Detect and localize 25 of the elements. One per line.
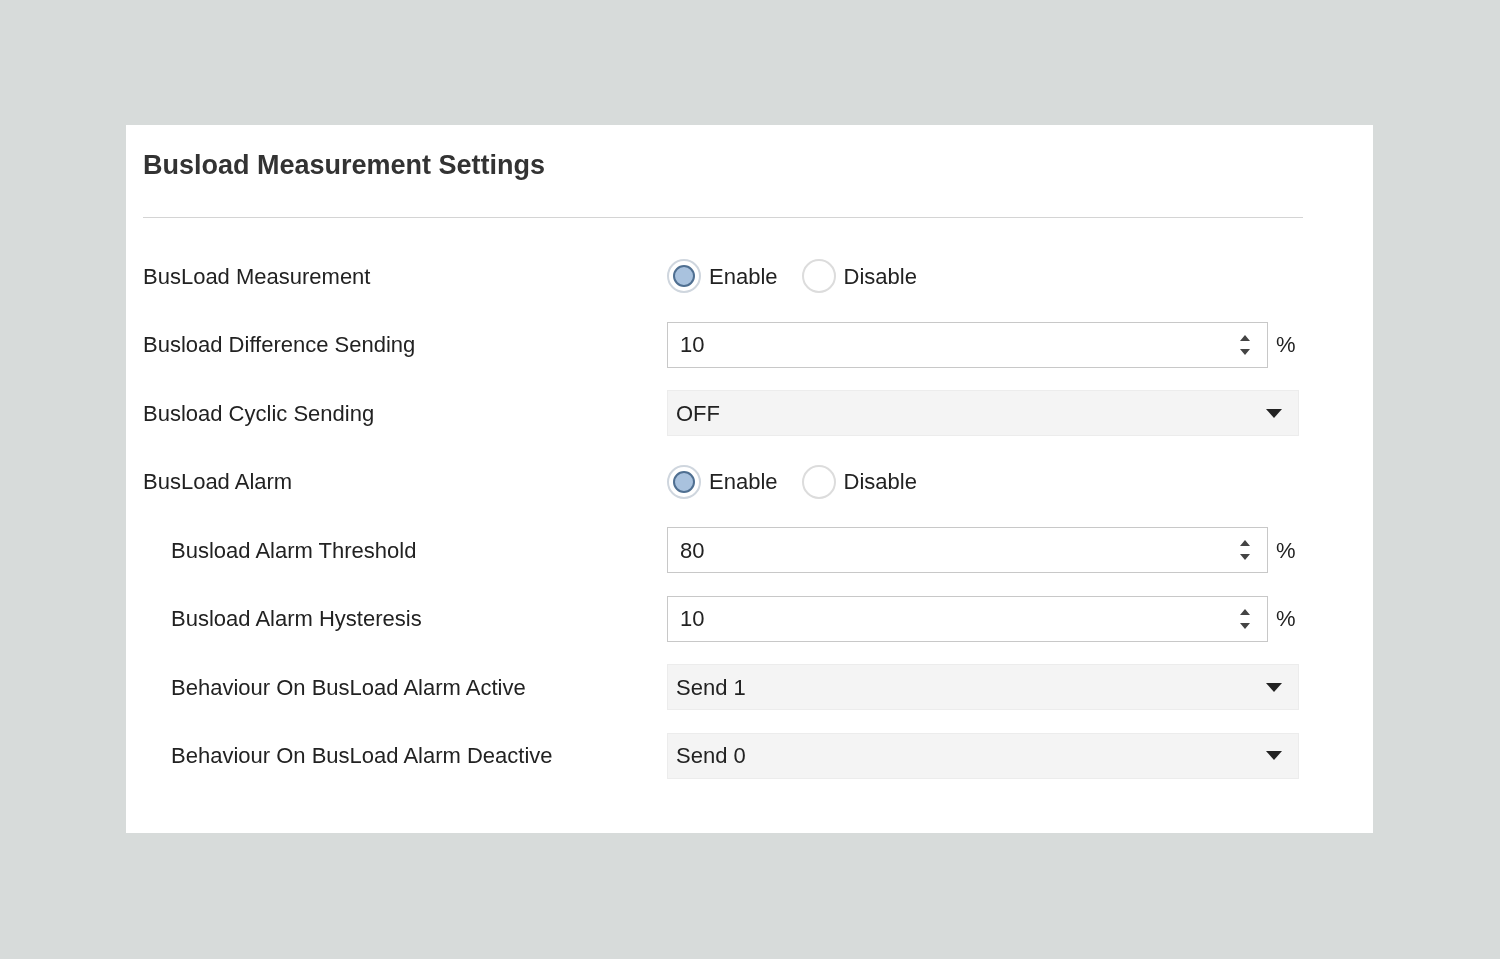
- panel-title: Busload Measurement Settings: [143, 149, 547, 182]
- radio-option[interactable]: Disable: [801, 259, 917, 294]
- setting-label: Busload Alarm Hysteresis: [171, 605, 422, 634]
- number-input-field[interactable]: 10: [667, 595, 1268, 642]
- radio-option[interactable]: Enable: [667, 259, 778, 294]
- setting-label: Busload Alarm Threshold: [171, 536, 417, 565]
- radio-option[interactable]: Disable: [801, 464, 917, 499]
- dropdown-select[interactable]: Send 0: [667, 732, 1299, 779]
- setting-label: Busload Difference Sending: [143, 331, 416, 360]
- unit-label: %: [1276, 536, 1296, 565]
- caret-icon: [1266, 408, 1282, 418]
- caret-icon: [1266, 682, 1282, 692]
- dropdown-select[interactable]: OFF: [667, 390, 1299, 437]
- number-input-field[interactable]: 10: [667, 321, 1268, 368]
- setting-label: Busload Cyclic Sending: [143, 399, 375, 428]
- caret-icon: [1266, 751, 1282, 761]
- setting-label: BusLoad Measurement: [143, 262, 371, 291]
- setting-label: BusLoad Alarm: [143, 468, 293, 497]
- unit-label: %: [1276, 605, 1296, 634]
- dropdown-select[interactable]: Send 1: [667, 664, 1299, 711]
- radio-option[interactable]: Enable: [667, 464, 778, 499]
- setting-label: Behaviour On BusLoad Alarm Deactive: [171, 742, 553, 771]
- unit-label: %: [1276, 331, 1296, 360]
- setting-label: Behaviour On BusLoad Alarm Active: [171, 673, 526, 702]
- number-input-field[interactable]: 80: [667, 527, 1268, 574]
